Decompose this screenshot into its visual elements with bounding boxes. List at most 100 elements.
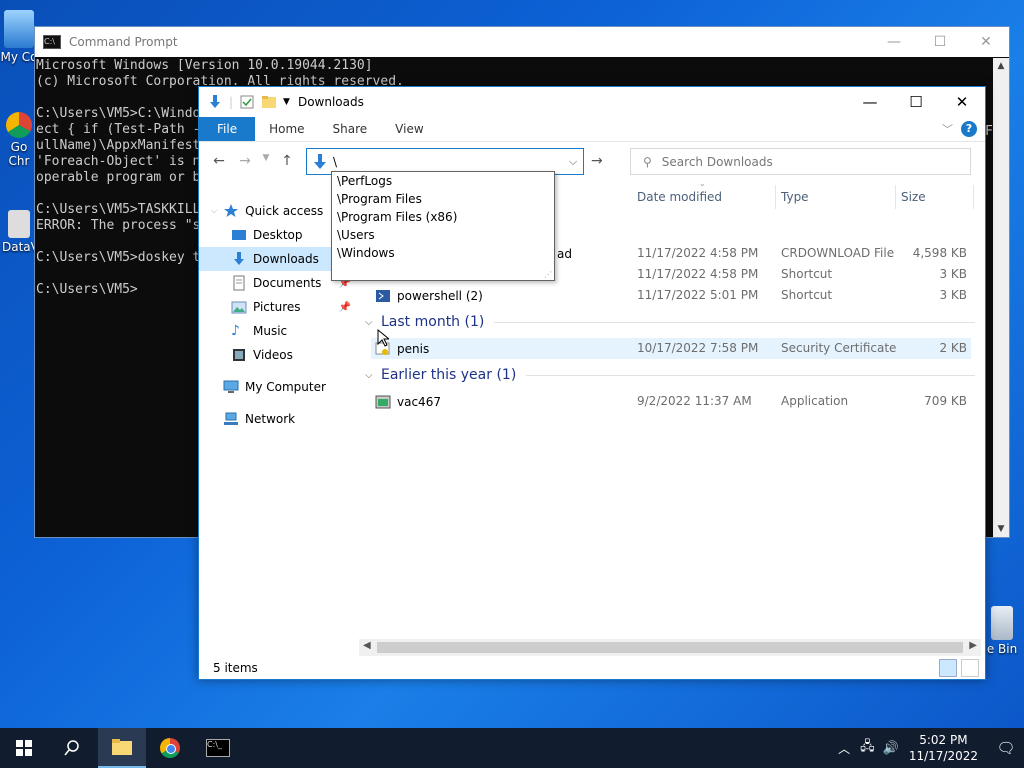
desktop-icon-my-computer[interactable]: My Co [0,10,38,64]
chevron-up-icon[interactable]: ︿ [838,740,850,757]
suggestion-item[interactable]: \Program Files (x86) [332,208,554,226]
file-name: ad [557,246,572,261]
taskbar-chrome[interactable] [146,728,194,768]
scroll-down-icon[interactable]: ▼ [993,521,1009,537]
nav-music[interactable]: ♪ Music [231,319,287,343]
details-view-icon[interactable] [939,659,957,677]
desktop-icon-label-2: Chr [8,154,30,168]
search-box[interactable]: ⚲ Search Downloads [630,148,971,175]
close-button[interactable]: ✕ [939,93,985,111]
chevron-down-icon: ⌵ [365,369,373,381]
desktop-icon-datav[interactable]: DataV [2,210,39,254]
desktop-icon-recycle-bin[interactable]: e Bin [984,606,1020,656]
group-label: Earlier this year (1) [381,367,517,383]
taskbar-file-explorer[interactable] [98,728,146,768]
chevron-down-icon[interactable]: ⌵ [563,155,583,169]
nav-label: Music [253,324,288,338]
folder-icon [112,739,132,755]
windows-logo-icon [16,740,32,756]
download-arrow-icon [231,251,247,267]
nav-label: Network [245,412,296,426]
customize-qa-icon[interactable]: ▼ [283,97,290,107]
horizontal-scrollbar[interactable]: ◀ ▶ [359,639,981,656]
file-type: Shortcut [781,267,833,281]
file-type: Shortcut [781,288,833,302]
column-date-modified[interactable]: Date modified [637,183,722,211]
desktop-icon-label: My Co [0,50,38,64]
cmd-title: Command Prompt [69,35,178,49]
computer-icon [4,10,34,48]
music-icon: ♪ [231,323,240,339]
tab-share[interactable]: Share [319,117,382,141]
nav-quick-access[interactable]: ⌵ Quick access [211,199,323,223]
group-header-earlier-this-year[interactable]: ⌵ Earlier this year (1) [365,364,975,386]
suggestion-item[interactable]: \Program Files [332,190,554,208]
clock-time: 5:02 PM [919,733,968,747]
volume-icon[interactable]: 🔊 [883,741,899,756]
chrome-icon [160,738,180,758]
application-icon [375,394,391,410]
videos-icon [231,347,247,363]
file-size: 709 KB [924,394,967,408]
explorer-titlebar[interactable]: | ▼ Downloads — ☐ ✕ [199,87,985,117]
file-explorer-window[interactable]: | ▼ Downloads — ☐ ✕ File Home Share View… [198,86,986,680]
cmd-icon: C:\_ [206,739,230,757]
download-arrow-icon [311,153,329,171]
notifications-icon[interactable]: 🗨 [988,739,1024,757]
clock[interactable]: 5:02 PM 11/17/2022 [909,732,978,764]
address-autocomplete: \PerfLogs \Program Files \Program Files … [331,171,555,281]
recycle-bin-icon [991,606,1013,640]
nav-label: Downloads [253,252,319,266]
nav-my-computer[interactable]: My Computer [223,375,326,399]
minimize-button[interactable]: — [847,93,893,111]
suggestion-item[interactable]: \Users [332,226,554,244]
up-arrow-icon[interactable]: ↑ [275,153,299,169]
file-name: powershell (2) [397,288,483,303]
file-date: 11/17/2022 4:58 PM [637,246,759,260]
expand-ribbon-icon[interactable]: ﹀ [942,121,953,141]
scroll-right-icon[interactable]: ▶ [969,640,977,651]
file-size: 3 KB [939,288,967,302]
maximize-button[interactable]: ☐ [917,34,963,50]
scroll-up-icon[interactable]: ▲ [993,58,1009,74]
cmd-scrollbar[interactable]: ▲ ▼ [993,58,1009,537]
pin-icon[interactable]: 📌 [339,302,351,313]
go-arrow-icon[interactable]: → [591,153,603,169]
scroll-thumb[interactable] [377,642,963,653]
search-placeholder[interactable]: Search Downloads [662,155,773,169]
recent-locations-icon[interactable]: ▼ [259,153,273,169]
help-icon[interactable]: ? [961,121,977,137]
suggestion-item[interactable]: \PerfLogs [332,172,554,190]
tab-view[interactable]: View [381,117,437,141]
large-icons-view-icon[interactable] [961,659,979,677]
nav-network[interactable]: Network [223,407,295,431]
maximize-button[interactable]: ☐ [893,93,939,111]
close-button[interactable]: ✕ [963,34,1009,50]
file-type: Security Certificate [781,341,897,355]
tab-home[interactable]: Home [255,117,318,141]
group-header-last-month[interactable]: ⌵ Last month (1) [365,311,975,333]
column-size[interactable]: Size [901,183,926,211]
back-arrow-icon[interactable]: ← [207,153,231,169]
properties-icon[interactable] [239,94,255,110]
tab-file[interactable]: File [199,117,256,141]
new-folder-icon[interactable] [261,94,277,110]
taskbar-command-prompt[interactable]: C:\_ [194,728,242,768]
scroll-left-icon[interactable]: ◀ [363,640,371,651]
forward-arrow-icon[interactable]: → [233,153,257,169]
desktop-icon-chrome[interactable]: Go Chr [2,112,36,168]
search-button[interactable] [48,728,96,768]
cmd-titlebar[interactable]: C:\ Command Prompt — ☐ ✕ [35,27,1009,57]
file-date: 10/17/2022 7:58 PM [637,341,759,355]
nav-videos[interactable]: Videos [231,343,293,367]
suggestion-item[interactable]: \Windows [332,244,554,262]
documents-icon [231,275,247,291]
file-date: 9/2/2022 11:37 AM [637,394,752,408]
minimize-button[interactable]: — [871,34,917,50]
network-icon[interactable]: 🖧 [860,737,875,759]
resize-grip-icon[interactable]: ⋰ [544,270,552,279]
nav-pictures[interactable]: Pictures 📌 [231,295,355,319]
start-button[interactable] [0,728,48,768]
column-type[interactable]: Type [781,183,809,211]
address-input[interactable]: \ [333,155,563,169]
